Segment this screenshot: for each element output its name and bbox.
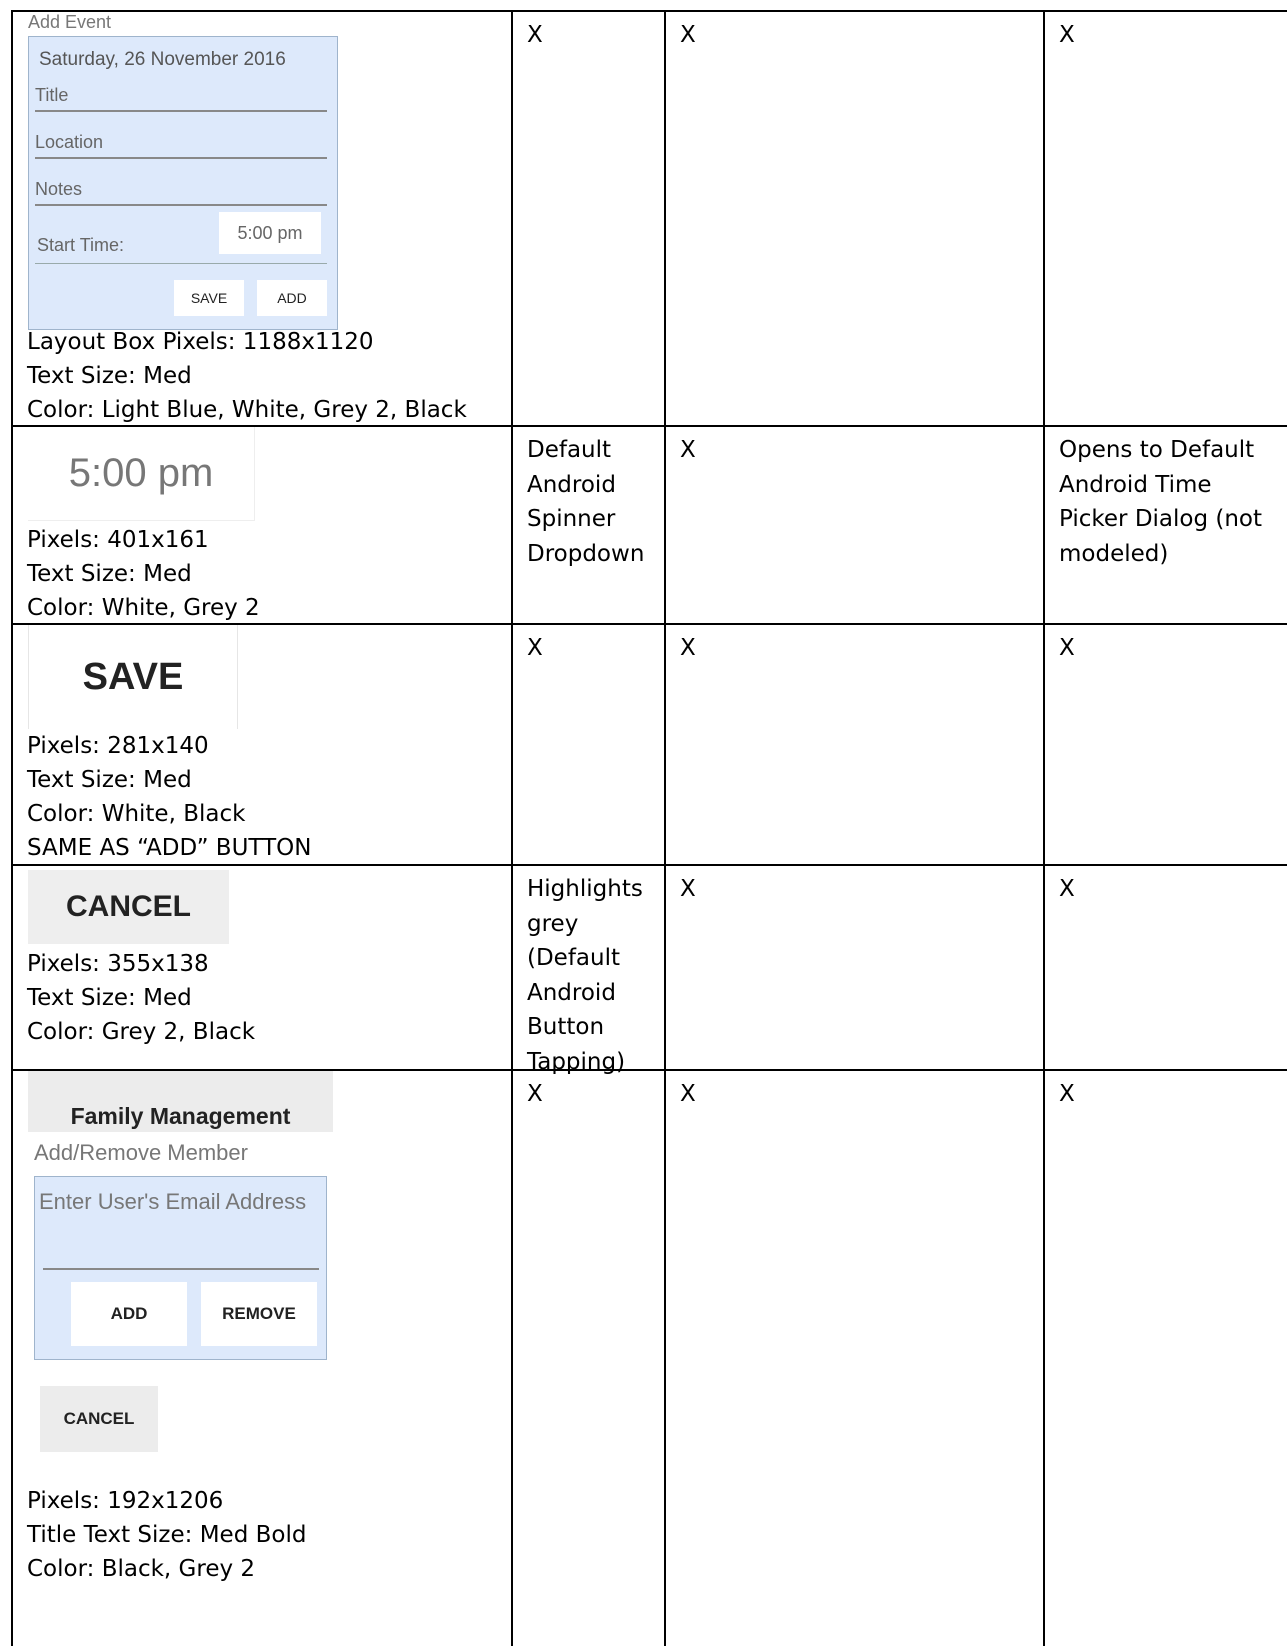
table-cell-mockup: Family Management Add/Remove Member Ente…: [13, 1071, 513, 1646]
cell-text: Opens to Default Android Time Picker Dia…: [1059, 437, 1263, 567]
meta-line: Text Size: Med: [27, 985, 192, 1011]
meta-line: Color: Black, Grey 2: [27, 1556, 256, 1582]
family-management-title: Family Management: [28, 1071, 333, 1132]
meta-line: Text Size: Med: [27, 363, 192, 389]
meta-line: Layout Box Pixels: 1188x1120: [27, 329, 374, 355]
cell-text: X: [680, 876, 696, 902]
cell-text: X: [680, 437, 696, 463]
spec-table: Add Event Saturday, 26 November 2016 Tit…: [11, 10, 1287, 1646]
cell-text: X: [680, 1081, 696, 1107]
cancel-button[interactable]: CANCEL: [28, 870, 229, 944]
title-input[interactable]: Title: [35, 85, 327, 112]
add-remove-member-label: Add/Remove Member: [34, 1140, 248, 1165]
remove-member-button[interactable]: REMOVE: [201, 1282, 317, 1346]
table-cell-mockup: CANCEL Pixels: 355x138 Text Size: Med Co…: [13, 866, 513, 1069]
table-row: 5:00 pm Pixels: 401x161 Text Size: Med C…: [13, 427, 1287, 625]
cell-text: X: [527, 1081, 543, 1107]
start-time-label: Start Time:: [37, 235, 125, 255]
divider: [35, 263, 327, 264]
meta-line: Color: White, Grey 2: [27, 595, 260, 621]
member-panel: Enter User's Email Address ADD REMOVE: [34, 1176, 327, 1360]
table-cell: X: [513, 625, 666, 864]
cell-text: X: [1059, 22, 1075, 48]
table-cell: X: [1045, 625, 1287, 864]
cell-text: X: [680, 22, 696, 48]
meta-line: Color: White, Black: [27, 801, 246, 827]
cell-text: X: [680, 635, 696, 661]
meta-line: Text Size: Med: [27, 561, 192, 587]
table-cell: X: [1045, 12, 1287, 425]
table-cell: Opens to Default Android Time Picker Dia…: [1045, 427, 1287, 623]
time-spinner[interactable]: 5:00 pm: [28, 427, 255, 521]
table-cell: X: [1045, 866, 1287, 1069]
cell-text: X: [1059, 635, 1075, 661]
cell-text: X: [527, 22, 543, 48]
family-management-title-text: Family Management: [70, 1103, 291, 1129]
location-input[interactable]: Location: [35, 132, 327, 159]
email-input[interactable]: Enter User's Email Address: [39, 1189, 306, 1215]
cancel-button[interactable]: CANCEL: [40, 1386, 158, 1452]
save-button[interactable]: SAVE: [174, 280, 244, 316]
meta-line: Pixels: 355x138: [27, 951, 209, 977]
table-cell: X: [666, 866, 1045, 1069]
add-button[interactable]: ADD: [257, 280, 327, 316]
table-cell: X: [513, 1071, 666, 1646]
meta-line: Pixels: 281x140: [27, 733, 209, 759]
meta-line: Color: Grey 2, Black: [27, 1019, 256, 1045]
table-cell: X: [666, 12, 1045, 425]
meta-line: Text Size: Med: [27, 767, 192, 793]
table-cell-mockup: SAVE Pixels: 281x140 Text Size: Med Colo…: [13, 625, 513, 864]
cell-text: X: [527, 635, 543, 661]
add-event-panel: Saturday, 26 November 2016 Title Locatio…: [28, 36, 338, 330]
table-cell: X: [666, 1071, 1045, 1646]
cell-text: X: [1059, 876, 1075, 902]
add-member-button[interactable]: ADD: [71, 1282, 187, 1346]
table-cell-mockup: 5:00 pm Pixels: 401x161 Text Size: Med C…: [13, 427, 513, 623]
table-cell: X: [513, 12, 666, 425]
meta-line: SAME AS “ADD” BUTTON: [27, 835, 312, 861]
table-row: SAVE Pixels: 281x140 Text Size: Med Colo…: [13, 625, 1287, 866]
meta-line: Color: Light Blue, White, Grey 2, Black: [27, 397, 467, 423]
add-event-title: Add Event: [28, 12, 112, 32]
meta-line: Pixels: 192x1206: [27, 1488, 224, 1514]
table-cell: X: [666, 427, 1045, 623]
start-time-spinner[interactable]: 5:00 pm: [219, 212, 321, 254]
table-cell: X: [666, 625, 1045, 864]
table-row: Add Event Saturday, 26 November 2016 Tit…: [13, 12, 1287, 427]
table-cell: Default Android Spinner Dropdown: [513, 427, 666, 623]
table-cell: Highlights grey (Default Android Button …: [513, 866, 666, 1075]
table-row: Family Management Add/Remove Member Ente…: [13, 1071, 1287, 1646]
event-date: Saturday, 26 November 2016: [39, 49, 286, 70]
save-button[interactable]: SAVE: [28, 625, 238, 729]
table-cell-mockup: Add Event Saturday, 26 November 2016 Tit…: [13, 12, 513, 425]
meta-line: Pixels: 401x161: [27, 527, 209, 553]
meta-line: Title Text Size: Med Bold: [27, 1522, 307, 1548]
cell-text: Highlights grey (Default Android Button …: [527, 876, 643, 1075]
email-input-underline: [43, 1268, 319, 1270]
table-cell: X: [1045, 1071, 1287, 1646]
cell-text: Default Android Spinner Dropdown: [527, 437, 645, 567]
notes-input[interactable]: Notes: [35, 179, 327, 206]
cell-text: X: [1059, 1081, 1075, 1107]
table-row: CANCEL Pixels: 355x138 Text Size: Med Co…: [13, 866, 1287, 1075]
